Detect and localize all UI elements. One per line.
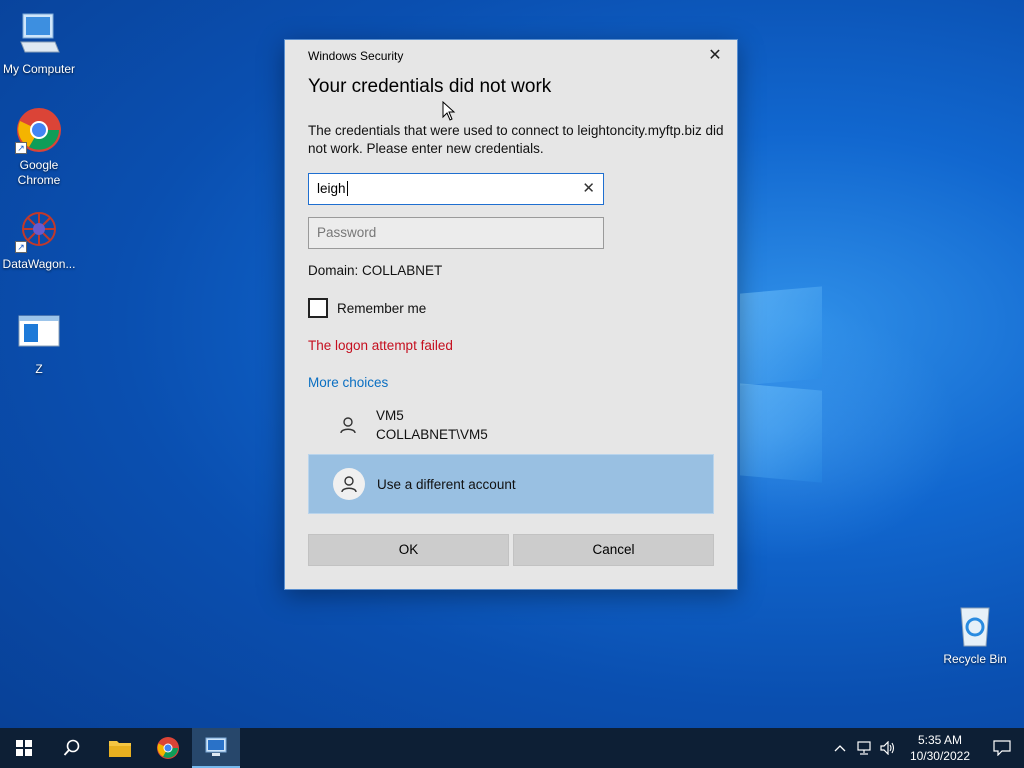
dialog-window-title: Windows Security [308,49,404,63]
more-choices-link[interactable]: More choices [308,375,388,390]
windows-start-icon [16,740,32,756]
mouse-cursor-icon [442,101,456,121]
volume-button[interactable] [876,728,900,768]
desktop-icon-z[interactable]: Z [0,310,78,377]
desktop-icon-label: Recycle Bin [943,652,1007,666]
desktop-icon-label: My Computer [2,62,76,76]
desktop-icon-google-chrome[interactable]: ↗ Google Chrome [0,106,78,188]
checkbox-box[interactable] [308,298,328,318]
windows-security-dialog: Windows Security ✕ Your credentials did … [284,39,738,590]
speaker-icon [880,741,894,755]
username-input[interactable]: leigh ✕ [308,173,604,205]
taskbar-remote-desktop[interactable] [192,728,240,768]
network-button[interactable] [852,728,876,768]
clear-icon[interactable]: ✕ [582,174,595,204]
desktop-icon-label: DataWagon... [2,257,76,271]
username-value: leigh [317,181,346,196]
folder-icon [109,741,131,757]
search-icon [63,739,80,756]
dialog-message: The credentials that were used to connec… [308,123,724,156]
remote-desktop-icon [205,737,227,756]
remember-me-checkbox[interactable]: Remember me [308,298,426,318]
desktop-icon-my-computer[interactable]: My Computer [0,10,78,77]
remember-me-label: Remember me [337,300,427,316]
start-button[interactable] [0,728,48,768]
desktop-icon-datawagon[interactable]: ↗ DataWagon... [0,205,78,272]
datawagon-icon: ↗ [15,205,63,253]
ok-button[interactable]: OK [308,534,509,566]
desktop-icon-recycle-bin[interactable]: Recycle Bin [940,602,1010,666]
user-icon [333,468,365,500]
desktop-icon-label: Z [35,362,43,376]
account-option-different[interactable]: Use a different account [308,454,714,514]
account-domain: COLLABNET\VM5 [376,427,488,442]
search-button[interactable] [48,728,96,768]
password-input[interactable]: Password [308,217,604,249]
notification-icon [993,740,1011,756]
user-icon [332,409,364,441]
shortcut-arrow-icon: ↗ [15,241,27,253]
close-button[interactable]: ✕ [705,47,725,67]
chevron-up-icon [834,745,846,752]
taskbar-file-explorer[interactable] [96,728,144,768]
dialog-heading: Your credentials did not work [308,76,552,97]
close-icon: ✕ [708,47,722,64]
computer-icon [15,10,63,58]
chrome-icon: ↗ [15,106,63,154]
windows-logo-pane-bottom [740,383,822,483]
account-name: Use a different account [377,476,516,492]
clock[interactable]: 5:35 AM 10/30/2022 [900,732,980,764]
network-icon [857,741,871,755]
action-center-button[interactable] [980,728,1024,768]
taskbar-chrome[interactable] [144,728,192,768]
system-tray: 5:35 AM 10/30/2022 [828,728,1024,768]
password-placeholder: Password [317,225,377,240]
taskbar: 5:35 AM 10/30/2022 [0,728,1024,768]
show-hidden-icons-button[interactable] [828,728,852,768]
error-message: The logon attempt failed [308,338,453,353]
desktop-icon-label: Google Chrome [17,158,61,187]
windows-logo-pane-top [740,286,822,386]
domain-label: Domain: COLLABNET [308,263,443,278]
account-option-vm5[interactable]: VM5 COLLABNET\VM5 [308,395,714,455]
clock-time: 5:35 AM [917,733,962,747]
recycle-bin-icon [951,602,999,650]
clock-date: 10/30/2022 [909,749,970,763]
account-name: VM5 [376,408,404,423]
shortcut-arrow-icon: ↗ [15,142,27,154]
window-file-icon [15,310,63,358]
cancel-button[interactable]: Cancel [513,534,714,566]
chrome-icon [157,737,179,759]
